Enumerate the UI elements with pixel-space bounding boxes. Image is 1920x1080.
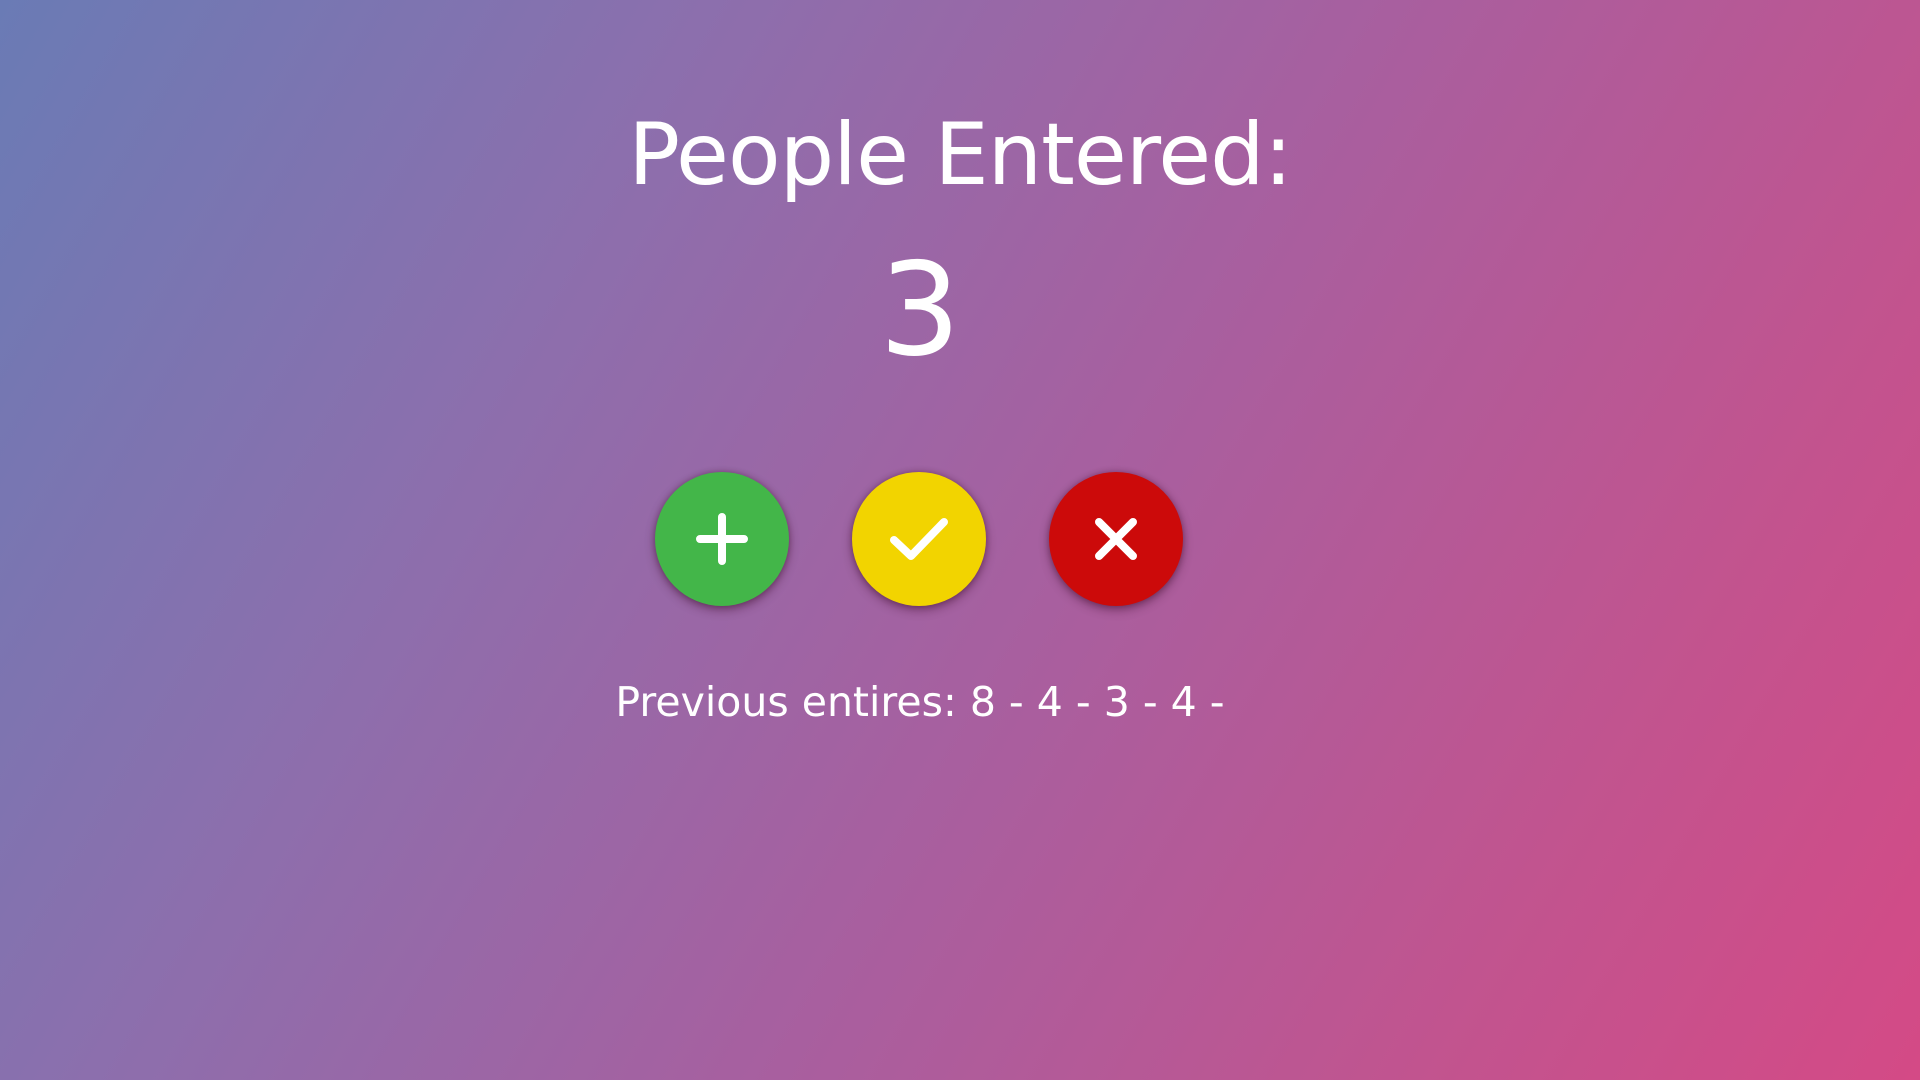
previous-entries-values: 8 - 4 - 3 - 4 - xyxy=(969,678,1225,726)
button-row xyxy=(655,472,1187,608)
close-icon xyxy=(1095,518,1137,560)
counter-title: People Entered: xyxy=(628,105,1292,205)
counter-app: People Entered: 3 Previous entires: 8 - … xyxy=(0,0,1920,1080)
save-entry-button[interactable] xyxy=(852,472,986,606)
increment-button[interactable] xyxy=(655,472,789,606)
previous-entries: Previous entires: 8 - 4 - 3 - 4 - xyxy=(0,676,1840,728)
reset-button[interactable] xyxy=(1049,472,1183,606)
counter-value: 3 xyxy=(879,236,961,385)
plus-icon xyxy=(696,513,748,565)
previous-entries-label: Previous entires: xyxy=(615,678,957,726)
check-icon xyxy=(890,518,948,560)
